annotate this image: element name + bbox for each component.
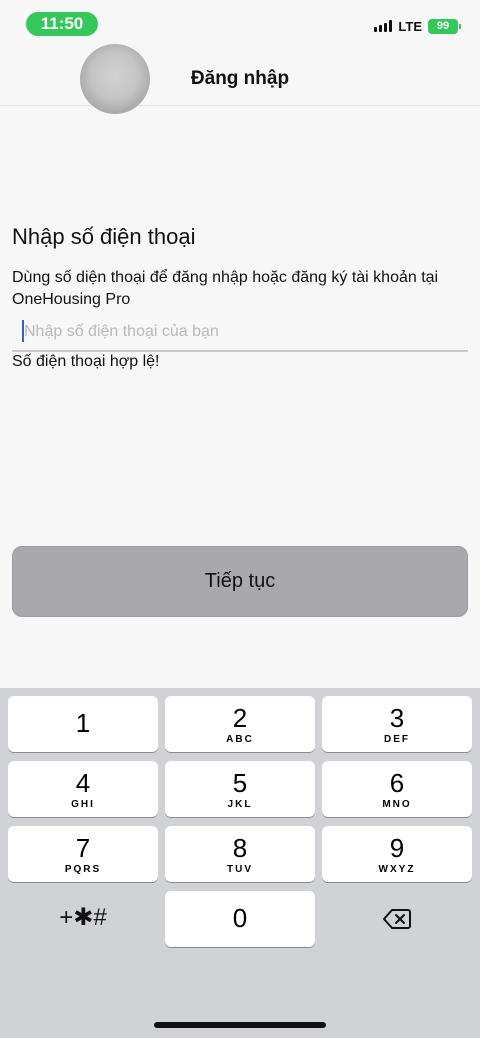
battery-icon: 99 bbox=[428, 18, 461, 34]
key-digit: 0 bbox=[232, 903, 248, 933]
key-letters: ABC bbox=[226, 734, 254, 745]
key-0[interactable]: 0 bbox=[165, 891, 315, 947]
phone-login-screen: 11:50 LTE 99 Đăng nhập Nhập số điện thoạ… bbox=[0, 0, 480, 1038]
key-4[interactable]: 4 GHI bbox=[8, 761, 158, 817]
symbols-key[interactable]: +✱# bbox=[8, 890, 158, 946]
numeric-keyboard: 1 2 ABC 3 DEF 4 GHI 5 JKL 6 MNO 7 PQRS 8… bbox=[0, 688, 480, 1038]
key-letters: TUV bbox=[227, 864, 253, 875]
key-letters: WXYZ bbox=[378, 864, 416, 875]
phone-field[interactable] bbox=[12, 314, 468, 352]
key-digit: 1 bbox=[75, 708, 91, 738]
key-letters: MNO bbox=[382, 799, 412, 810]
backspace-icon bbox=[383, 908, 411, 929]
continue-button[interactable]: Tiếp tục bbox=[12, 546, 468, 617]
delete-key[interactable] bbox=[322, 890, 472, 946]
key-digit: 3 bbox=[389, 703, 405, 733]
status-time: 11:50 bbox=[26, 12, 98, 36]
key-8[interactable]: 8 TUV bbox=[165, 826, 315, 882]
network-label: LTE bbox=[398, 18, 422, 34]
phone-input[interactable] bbox=[24, 314, 464, 350]
key-letters: DEF bbox=[384, 734, 410, 745]
key-6[interactable]: 6 MNO bbox=[322, 761, 472, 817]
key-digit: 4 bbox=[75, 768, 91, 798]
login-subtitle: Dùng số diện thoại để đăng nhập hoặc đăn… bbox=[12, 269, 439, 308]
nav-bar: Đăng nhập bbox=[0, 44, 480, 114]
key-digit: 9 bbox=[389, 833, 405, 863]
signal-icon bbox=[374, 20, 393, 32]
key-digit: 6 bbox=[389, 768, 405, 798]
key-digit: 7 bbox=[75, 833, 91, 863]
key-letters: PQRS bbox=[64, 864, 102, 875]
key-7[interactable]: 7 PQRS bbox=[8, 826, 158, 882]
page-title: Đăng nhập bbox=[190, 68, 290, 89]
key-9[interactable]: 9 WXYZ bbox=[322, 826, 472, 882]
key-1[interactable]: 1 bbox=[8, 696, 158, 752]
key-letters: JKL bbox=[227, 799, 253, 810]
key-2[interactable]: 2 ABC bbox=[165, 696, 315, 752]
key-5[interactable]: 5 JKL bbox=[165, 761, 315, 817]
home-indicator[interactable] bbox=[154, 1022, 326, 1028]
validation-message: Số điện thoại hợp lệ! bbox=[12, 353, 160, 370]
phone-heading: Nhập số điện thoại bbox=[12, 224, 196, 249]
status-indicators: LTE 99 bbox=[374, 18, 461, 34]
key-digit: 5 bbox=[232, 768, 248, 798]
key-digit: 8 bbox=[232, 833, 248, 863]
key-3[interactable]: 3 DEF bbox=[322, 696, 472, 752]
key-letters: GHI bbox=[71, 799, 95, 810]
status-bar: 11:50 LTE 99 bbox=[0, 0, 480, 48]
key-digit: 2 bbox=[232, 703, 248, 733]
